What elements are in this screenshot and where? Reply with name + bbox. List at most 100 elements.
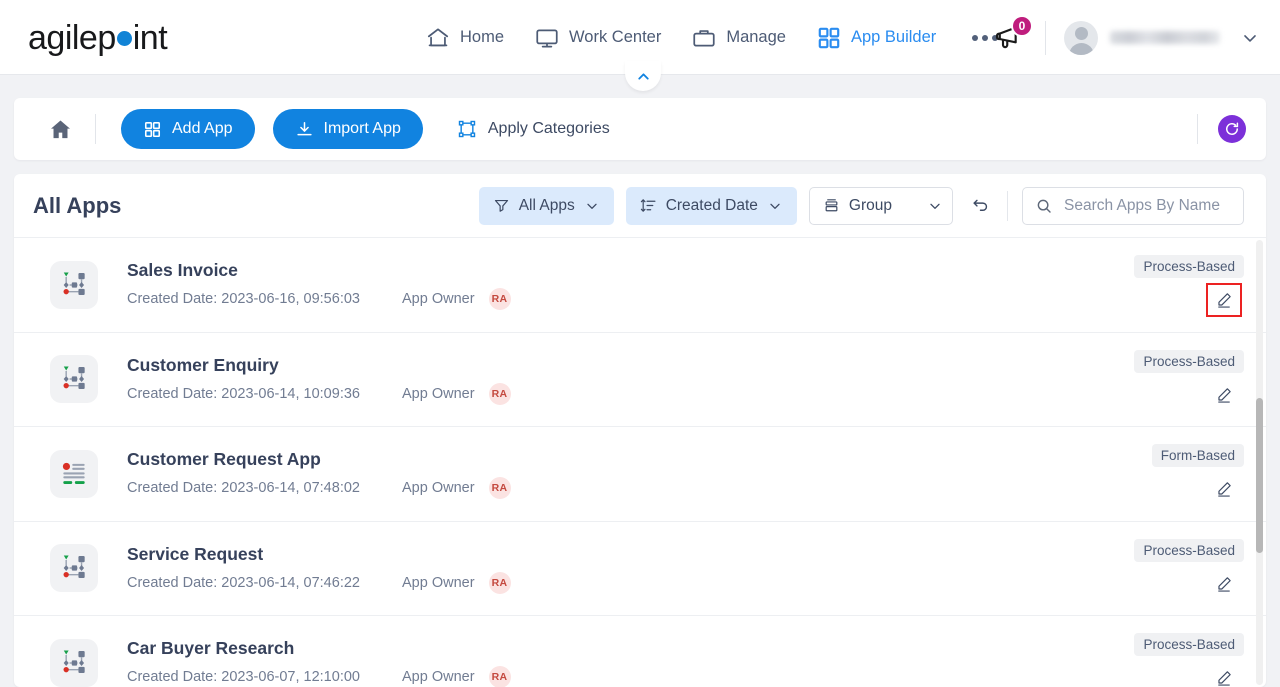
chevron-down-icon — [927, 198, 943, 214]
add-app-button[interactable]: Add App — [121, 109, 255, 149]
app-type-badge: Process-Based — [1134, 255, 1244, 279]
table-row[interactable]: Customer Enquiry Created Date: 2023-06-1… — [14, 333, 1266, 427]
logo-text-right: int — [132, 19, 168, 57]
table-row[interactable]: Car Buyer Research Created Date: 2023-06… — [14, 616, 1266, 687]
owner-label: App Owner — [401, 291, 475, 308]
nav-label-home: Home — [460, 28, 505, 46]
group-icon — [823, 197, 840, 214]
group-dropdown[interactable]: Group — [808, 186, 953, 225]
table-row[interactable]: Sales Invoice Created Date: 2023-06-16, … — [14, 238, 1266, 333]
nav-item-work-center[interactable]: Work Center — [534, 25, 661, 51]
controls-divider — [1007, 190, 1008, 221]
owner-avatar: RA — [488, 477, 511, 500]
row-meta: Created Date: 2023-06-14, 10:09:36 App O… — [127, 382, 511, 405]
home-solid-icon[interactable] — [48, 117, 73, 142]
search-apps-box[interactable] — [1022, 186, 1244, 225]
row-actions: Process-Based — [1134, 616, 1244, 687]
owner-avatar: RA — [488, 571, 511, 594]
row-actions: Process-Based — [1134, 522, 1244, 616]
home-icon — [425, 25, 451, 51]
table-row[interactable]: Service Request Created Date: 2023-06-14… — [14, 522, 1266, 616]
categories-icon — [457, 119, 477, 139]
app-type-badge: Form-Based — [1151, 444, 1244, 468]
logo-text-left: agilep — [28, 19, 116, 57]
notification-count-badge: 0 — [1011, 14, 1033, 37]
scrollbar-thumb[interactable] — [1256, 398, 1263, 553]
nav-item-home[interactable]: Home — [425, 25, 504, 51]
row-actions: Process-Based — [1134, 238, 1244, 332]
apply-categories-label: Apply Categories — [487, 120, 610, 137]
monitor-icon — [534, 25, 560, 51]
row-text: Customer Request App Created Date: 2023-… — [127, 448, 511, 500]
app-name: Sales Invoice — [127, 260, 238, 281]
owner-label: App Owner — [401, 385, 475, 402]
row-text: Customer Enquiry Created Date: 2023-06-1… — [127, 354, 511, 405]
pencil-icon — [1215, 575, 1233, 593]
import-app-button[interactable]: Import App — [272, 109, 423, 149]
list-controls: All Apps Created Date Group Search Apps … — [478, 186, 1244, 225]
sort-label: Created Date — [665, 196, 758, 214]
agilepoint-logo[interactable]: agilep int — [28, 18, 168, 58]
add-app-label: Add App — [172, 120, 233, 137]
created-date: Created Date: 2023-06-14, 07:46:22 — [127, 574, 360, 591]
process-app-icon — [50, 355, 98, 404]
import-app-label: Import App — [323, 120, 401, 137]
reset-filters-button[interactable] — [963, 189, 997, 223]
grid-small-icon — [143, 120, 162, 139]
app-name: Car Buyer Research — [127, 638, 295, 659]
top-divider — [1045, 20, 1046, 55]
edit-app-button[interactable] — [1209, 475, 1239, 503]
owner-avatar: RA — [488, 288, 511, 311]
list-scrollbar[interactable] — [1256, 240, 1263, 685]
owner-label: App Owner — [401, 480, 475, 497]
pencil-icon — [1215, 386, 1233, 404]
process-app-icon — [50, 638, 98, 687]
sort-created-date-dropdown[interactable]: Created Date — [625, 186, 797, 225]
table-row[interactable]: Customer Request App Created Date: 2023-… — [14, 427, 1266, 522]
briefcase-icon — [691, 25, 717, 51]
form-app-icon — [50, 449, 98, 498]
nav-label-work-center: Work Center — [569, 28, 662, 46]
announcements-button[interactable]: 0 — [993, 14, 1033, 55]
filter-icon — [493, 197, 510, 214]
pencil-icon — [1215, 669, 1233, 687]
filter-all-apps-dropdown[interactable]: All Apps — [478, 186, 614, 225]
apps-list: Sales Invoice Created Date: 2023-06-16, … — [14, 238, 1266, 687]
row-text: Car Buyer Research Created Date: 2023-06… — [127, 637, 511, 687]
pencil-icon — [1215, 480, 1233, 498]
app-type-badge: Process-Based — [1134, 633, 1244, 657]
nav-item-manage[interactable]: Manage — [691, 25, 786, 51]
owner-avatar: RA — [488, 382, 511, 405]
user-menu[interactable] — [1064, 20, 1260, 55]
edit-app-button[interactable] — [1209, 381, 1239, 409]
pencil-icon — [1215, 291, 1233, 309]
collapse-header-button[interactable] — [625, 61, 661, 91]
apply-categories-button[interactable]: Apply Categories — [457, 119, 610, 139]
created-date: Created Date: 2023-06-16, 09:56:03 — [127, 291, 360, 308]
edit-app-button[interactable] — [1206, 283, 1242, 318]
edit-app-button[interactable] — [1209, 664, 1239, 687]
app-toolbar: Add App Import App Apply Categories — [14, 98, 1266, 160]
search-icon — [1035, 197, 1053, 215]
created-date: Created Date: 2023-06-07, 12:10:00 — [127, 669, 360, 686]
toolbar-divider-right — [1197, 114, 1198, 144]
chevron-down-icon — [584, 198, 600, 214]
nav-item-app-builder[interactable]: App Builder — [816, 25, 936, 51]
edit-app-button[interactable] — [1209, 570, 1239, 598]
created-date: Created Date: 2023-06-14, 10:09:36 — [127, 385, 360, 402]
process-app-icon — [50, 544, 98, 593]
search-input[interactable] — [1064, 196, 1231, 215]
owner-avatar: RA — [488, 666, 511, 687]
username-label — [1110, 31, 1220, 44]
row-meta: Created Date: 2023-06-14, 07:48:02 App O… — [127, 477, 511, 500]
main-nav: Home Work Center Manage App Builder — [425, 0, 999, 75]
nav-label-manage: Manage — [726, 28, 786, 46]
undo-icon — [971, 196, 990, 215]
row-meta: Created Date: 2023-06-14, 07:46:22 App O… — [127, 571, 511, 594]
user-avatar-icon — [1064, 20, 1098, 55]
row-actions: Form-Based — [1151, 427, 1244, 521]
refresh-button[interactable] — [1218, 115, 1246, 143]
row-text: Sales Invoice Created Date: 2023-06-16, … — [127, 259, 511, 311]
app-type-badge: Process-Based — [1134, 538, 1244, 562]
row-meta: Created Date: 2023-06-16, 09:56:03 App O… — [127, 288, 511, 311]
